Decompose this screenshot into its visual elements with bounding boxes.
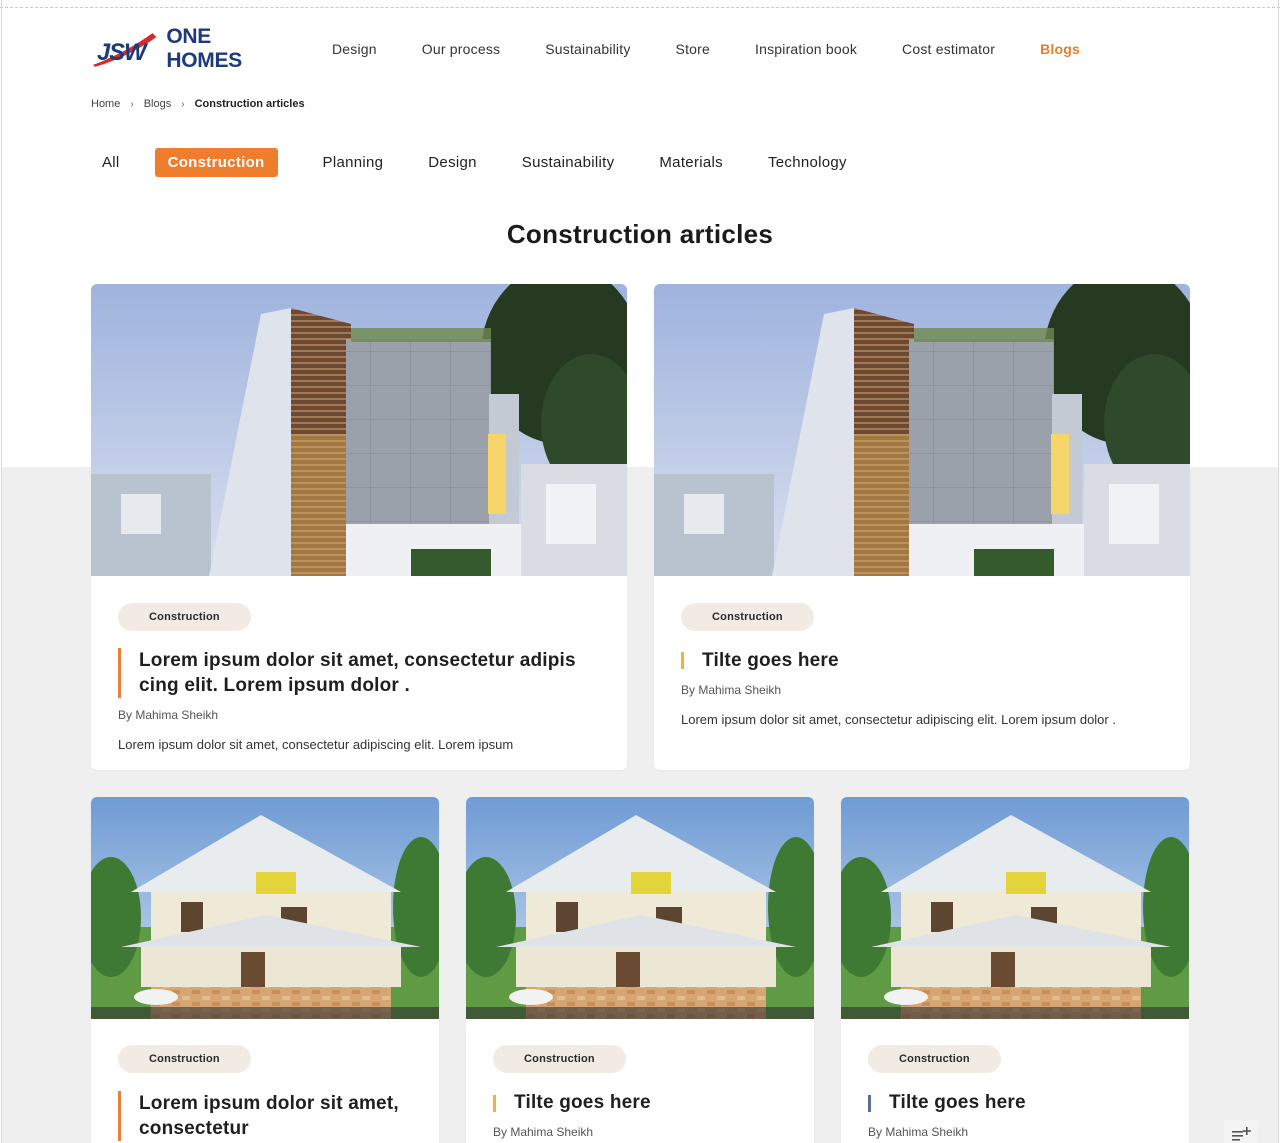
article-excerpt: Lorem ipsum dolor sit amet, consectetur … [681,712,1116,727]
jsw-logo-mark-icon: JSW [92,33,157,67]
tab-sustainability[interactable]: Sustainability [522,154,615,171]
nav-item-store[interactable]: Store [676,41,710,57]
brand-logo[interactable]: JSW ONE HOMES [91,25,291,72]
page-frame-top [0,0,1280,8]
breadcrumb-home[interactable]: Home [91,98,120,110]
article-image[interactable] [91,284,627,576]
article-image[interactable] [654,284,1190,576]
article-title[interactable]: Tilte goes here [514,1091,651,1115]
category-badge[interactable]: Construction [681,603,814,631]
modern-house-photo [654,284,1190,576]
category-badge[interactable]: Construction [868,1045,1001,1073]
title-accent-bar [493,1095,496,1112]
article-card[interactable]: Construction Lorem ipsum dolor sit amet,… [91,797,439,1143]
article-excerpt: Lorem ipsum dolor sit amet, consectetur … [118,737,514,752]
article-image[interactable] [466,797,814,1019]
nav-item-inspiration-book[interactable]: Inspiration book [755,41,857,57]
nav-item-cost-estimator[interactable]: Cost estimator [902,41,995,57]
category-badge[interactable]: Construction [493,1045,626,1073]
tab-planning[interactable]: Planning [323,154,384,171]
article-author: By Mahima Sheikh [868,1125,969,1139]
villa-render-photo [466,797,814,1019]
article-image[interactable] [841,797,1189,1019]
page-frame-right [1278,0,1279,1143]
article-author: By Mahima Sheikh [493,1125,594,1139]
villa-render-photo [841,797,1189,1019]
article-card[interactable]: Construction Tilte goes here By Mahima S… [654,284,1190,770]
title-accent-bar [868,1095,871,1112]
category-tabs: All Construction Planning Design Sustain… [91,147,892,177]
nav-item-sustainability[interactable]: Sustainability [545,41,630,57]
chevron-right-icon: › [130,98,134,110]
article-title[interactable]: Tilte goes here [702,648,839,673]
add-list-icon[interactable] [1224,1120,1258,1143]
article-body: Construction Tilte goes here By Mahima S… [681,603,1163,730]
article-title[interactable]: Lorem ipsum dolor sit amet, consectetur … [139,648,600,698]
breadcrumb-current: Construction articles [194,98,305,110]
title-accent-bar [681,652,684,669]
site-header: JSW ONE HOMES Design Our process Sustain… [91,25,1191,72]
category-badge[interactable]: Construction [118,603,251,631]
article-title-row: Tilte goes here [681,648,1163,673]
svg-text:JSW: JSW [97,39,149,66]
article-body: Construction Lorem ipsum dolor sit amet,… [118,603,600,755]
article-body: Construction Tilte goes here By Mahima S… [493,1045,787,1139]
article-author: By Mahima Sheikh [681,683,782,697]
chevron-right-icon: › [181,98,185,110]
article-title[interactable]: Tilte goes here [889,1091,1026,1115]
tab-construction[interactable]: Construction [154,147,278,177]
tab-design[interactable]: Design [428,154,477,171]
article-body: Construction Tilte goes here By Mahima S… [868,1045,1162,1139]
breadcrumb-blogs[interactable]: Blogs [144,98,172,110]
article-body: Construction Lorem ipsum dolor sit amet,… [118,1045,412,1141]
article-title-row: Tilte goes here [493,1091,787,1115]
article-title-row: Tilte goes here [868,1091,1162,1115]
tab-materials[interactable]: Materials [659,154,723,171]
breadcrumb: Home › Blogs › Construction articles [91,98,305,110]
article-title-row: Lorem ipsum dolor sit amet, consectetur [118,1091,412,1141]
article-card[interactable]: Construction Tilte goes here By Mahima S… [841,797,1189,1143]
page-title: Construction articles [506,219,774,249]
article-image[interactable] [91,797,439,1019]
article-title[interactable]: Lorem ipsum dolor sit amet, consectetur [139,1091,412,1141]
main-nav: Design Our process Sustainability Store … [332,26,1125,72]
article-author: By Mahima Sheikh [118,708,219,722]
modern-house-photo [91,284,627,576]
category-badge[interactable]: Construction [118,1045,251,1073]
title-accent-bar [118,1091,121,1141]
tab-technology[interactable]: Technology [768,154,847,171]
nav-item-our-process[interactable]: Our process [422,41,500,57]
article-title-row: Lorem ipsum dolor sit amet, consectetur … [118,648,600,698]
title-accent-bar [118,648,121,698]
article-card[interactable]: Construction Tilte goes here By Mahima S… [466,797,814,1143]
villa-render-photo [91,797,439,1019]
brand-logo-text: ONE HOMES [166,25,242,72]
nav-item-design[interactable]: Design [332,41,377,57]
tab-all[interactable]: All [102,154,120,171]
article-card[interactable]: Construction Lorem ipsum dolor sit amet,… [91,284,627,770]
nav-item-blogs[interactable]: Blogs [1040,41,1080,57]
